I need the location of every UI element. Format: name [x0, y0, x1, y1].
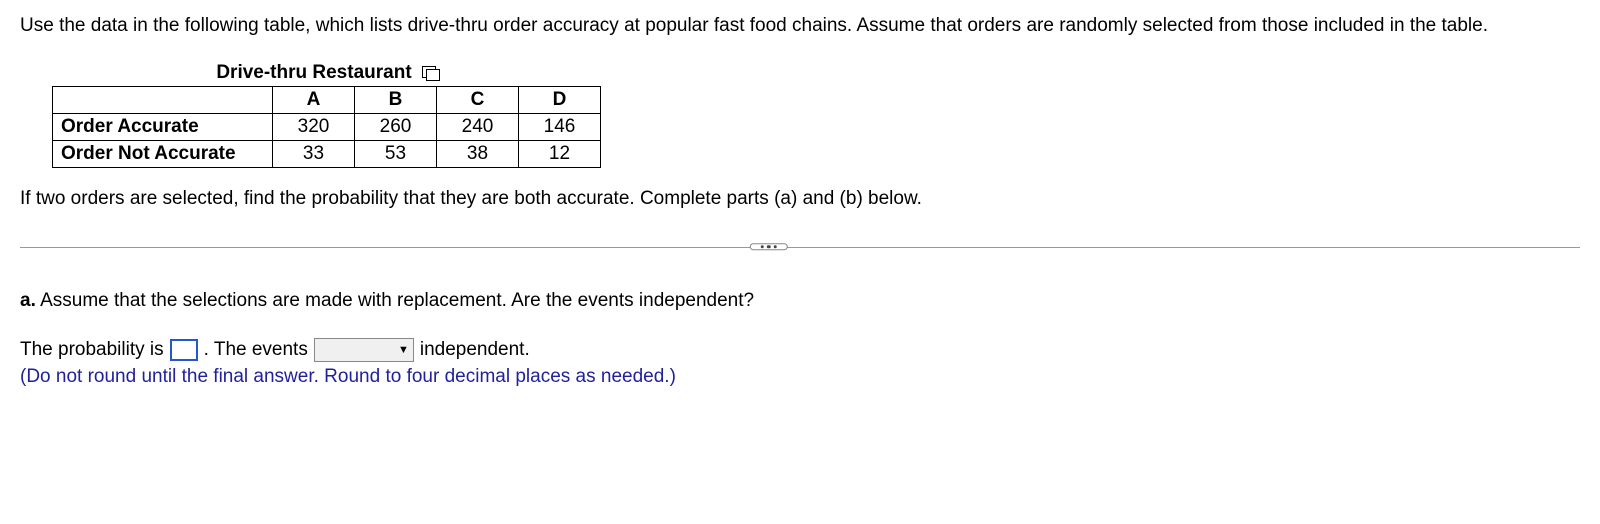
part-a-question: a. Assume that the selections are made w… — [20, 290, 1580, 312]
answer-lead: The probability is — [20, 339, 164, 361]
data-table-wrapper: Drive-thru Restaurant A B C D Order Accu… — [52, 62, 1580, 168]
probability-input[interactable] — [170, 339, 198, 361]
cell: 260 — [355, 113, 437, 140]
cell: 320 — [273, 113, 355, 140]
col-c-header: C — [437, 86, 519, 113]
answer-line: The probability is . The events ▼ indepe… — [20, 338, 1580, 362]
table-row: Order Accurate 320 260 240 146 — [53, 113, 601, 140]
row-label: Order Accurate — [53, 113, 273, 140]
question-text: If two orders are selected, find the pro… — [20, 188, 1580, 210]
expand-button[interactable] — [750, 243, 789, 251]
row-label: Order Not Accurate — [53, 140, 273, 167]
table-title: Drive-thru Restaurant — [216, 62, 411, 84]
cell: 12 — [519, 140, 601, 167]
col-b-header: B — [355, 86, 437, 113]
col-d-header: D — [519, 86, 601, 113]
ellipsis-icon — [761, 245, 765, 249]
data-table: A B C D Order Accurate 320 260 240 146 O… — [52, 86, 601, 168]
ellipsis-icon — [774, 245, 778, 249]
intro-text: Use the data in the following table, whi… — [20, 12, 1580, 40]
popup-icon[interactable] — [422, 66, 438, 79]
independence-select[interactable]: ▼ — [314, 338, 414, 362]
cell: 53 — [355, 140, 437, 167]
answer-after-select: independent. — [420, 339, 530, 361]
answer-after-input: . The events — [204, 339, 308, 361]
rounding-hint: (Do not round until the final answer. Ro… — [20, 366, 1580, 388]
table-title-row: Drive-thru Restaurant — [52, 62, 602, 84]
part-a-text: Assume that the selections are made with… — [40, 290, 754, 311]
table-row: Order Not Accurate 33 53 38 12 — [53, 140, 601, 167]
cell: 240 — [437, 113, 519, 140]
header-blank — [53, 86, 273, 113]
cell: 38 — [437, 140, 519, 167]
cell: 33 — [273, 140, 355, 167]
chevron-down-icon: ▼ — [398, 344, 409, 356]
col-a-header: A — [273, 86, 355, 113]
part-a-label: a. — [20, 290, 36, 311]
ellipsis-icon — [767, 245, 771, 249]
cell: 146 — [519, 113, 601, 140]
divider-line — [20, 247, 1580, 248]
section-divider — [20, 236, 1580, 258]
